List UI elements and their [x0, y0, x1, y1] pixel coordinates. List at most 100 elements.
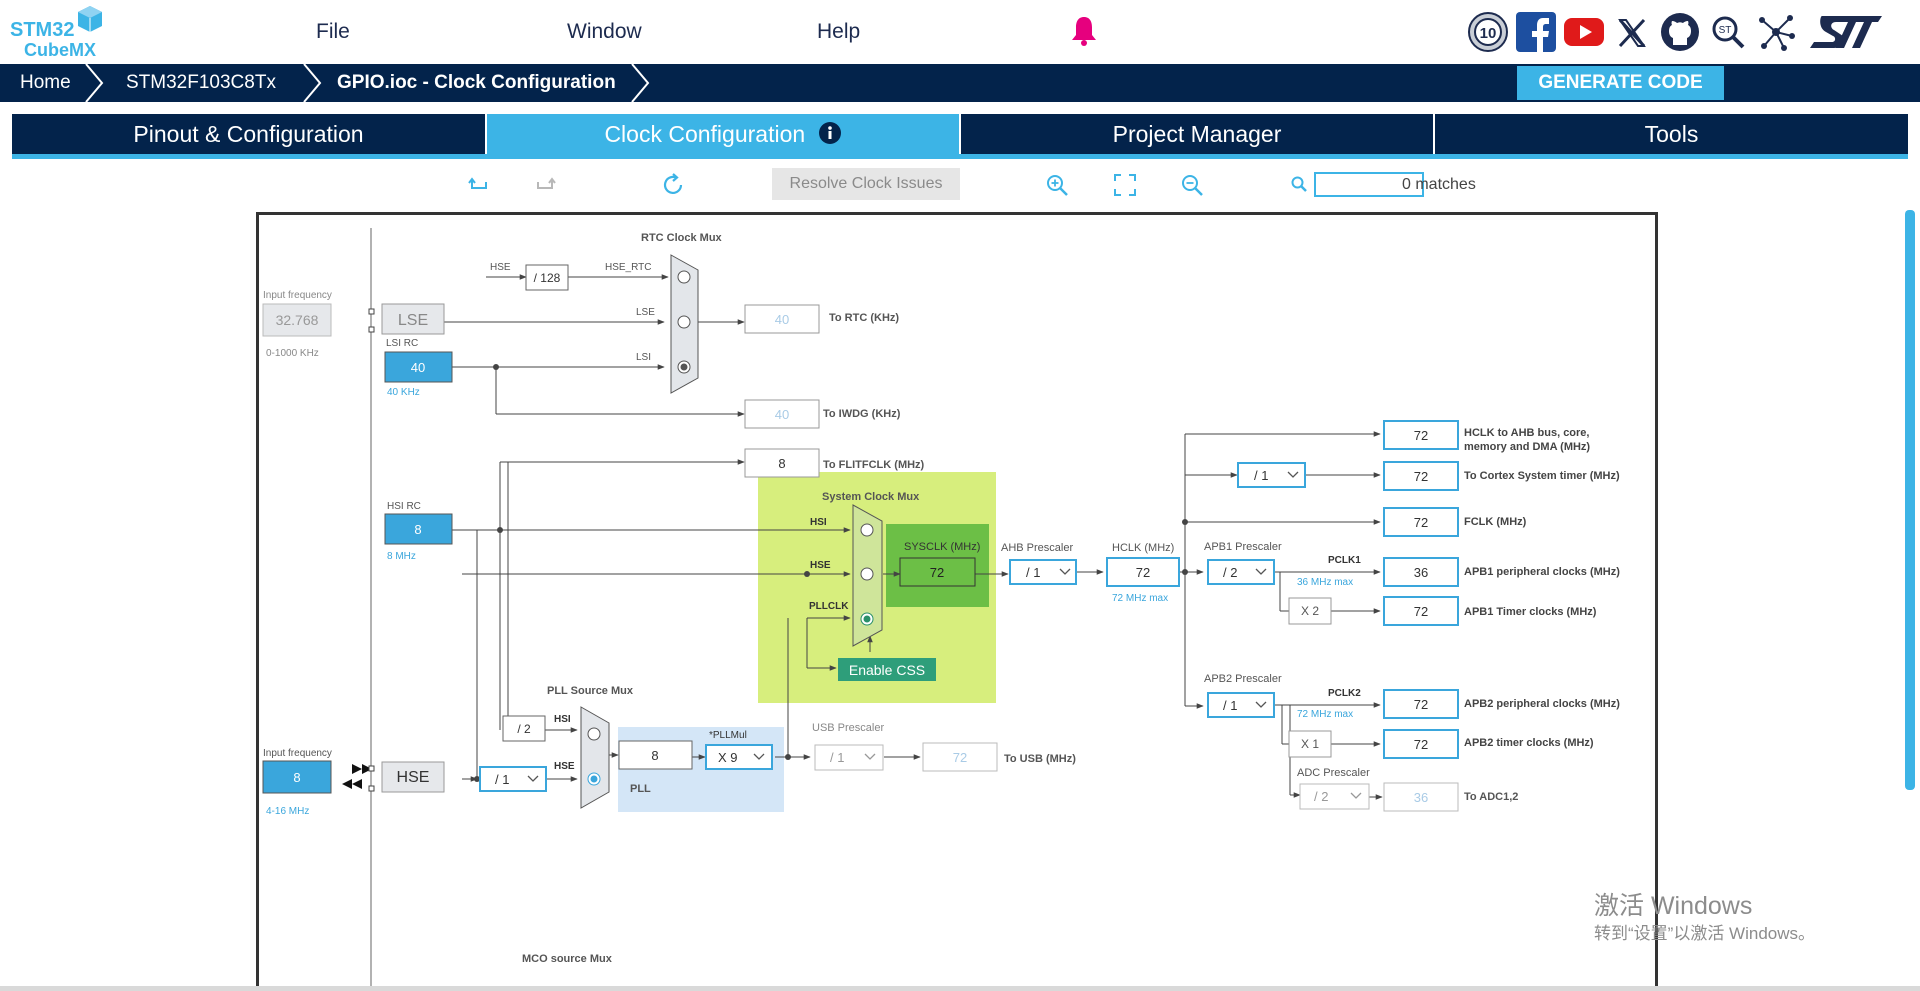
pclk1-label: PCLK1	[1328, 555, 1361, 566]
hsi-div2-value: / 2	[517, 722, 531, 736]
apb1-timer-multiplier-value: X 2	[1301, 604, 1319, 618]
usb-prescaler-select[interactable]	[814, 744, 884, 771]
pclk2-max: 72 MHz max	[1297, 709, 1353, 720]
lse-input-label: Input frequency	[263, 290, 332, 301]
hsi-rc-value: 8	[414, 522, 421, 537]
bottom-border	[0, 986, 1920, 991]
redo-icon[interactable]	[532, 172, 558, 198]
output-hclk-label-line2: memory and DMA (MHz)	[1464, 441, 1590, 453]
refresh-icon[interactable]	[661, 172, 687, 198]
system-clock-mux-title: System Clock Mux	[822, 491, 920, 503]
flitfclk-output-label: To FLITFCLK (MHz)	[823, 459, 925, 471]
hse-range: 4-16 MHz	[266, 806, 309, 817]
adc-prescaler-value: / 2	[1314, 789, 1328, 804]
chevron-right-icon	[303, 64, 322, 102]
st-logo-icon[interactable]	[1808, 12, 1882, 52]
iwdg-output-value: 40	[775, 407, 789, 422]
hclk-label: HCLK (MHz)	[1112, 542, 1174, 554]
x-icon[interactable]	[1612, 12, 1652, 52]
sysmux-pllclk-signal: PLLCLK	[809, 601, 849, 612]
sysmux-radio-hsi[interactable]	[860, 523, 874, 537]
chevron-right-icon	[85, 64, 104, 102]
breadcrumb-current[interactable]: GPIO.ioc - Clock Configuration	[337, 64, 616, 102]
info-icon[interactable]	[818, 121, 842, 145]
pllmul-select[interactable]	[705, 744, 773, 770]
usb-output-value: 72	[953, 750, 967, 765]
rtc-mux-radio-lse[interactable]	[677, 315, 691, 329]
tab-label: Clock Configuration	[604, 121, 806, 147]
undo-icon[interactable]	[466, 172, 492, 198]
rtc-mux-radio-hse[interactable]	[677, 270, 691, 284]
ahb-prescaler-label: AHB Prescaler	[1001, 542, 1073, 554]
menu-file[interactable]: File	[316, 20, 350, 44]
lsi-rc-value: 40	[411, 360, 425, 375]
rtc-hse-signal: HSE	[490, 262, 511, 273]
hse-prediv-value: / 1	[495, 772, 509, 787]
sysclk-label: SYSCLK (MHz)	[904, 541, 980, 553]
output-hclk-value: 72	[1414, 428, 1428, 443]
menu-help[interactable]: Help	[817, 20, 860, 44]
breadcrumb-home[interactable]: Home	[20, 64, 71, 102]
resolve-clock-issues-button[interactable]: Resolve Clock Issues	[772, 168, 960, 200]
vertical-scrollbar[interactable]	[1905, 210, 1915, 790]
output-fclk-label: FCLK (MHz)	[1464, 516, 1527, 528]
apb1-prescaler-select[interactable]	[1207, 559, 1275, 585]
logo-text-bottom: CubeMX	[24, 40, 96, 60]
pll-input-value: 8	[651, 748, 658, 763]
flitfclk-output-value: 8	[778, 456, 785, 471]
enable-css-label: Enable CSS	[849, 662, 925, 678]
sysmux-radio-hse[interactable]	[860, 567, 874, 581]
adc-prescaler-select[interactable]	[1299, 783, 1370, 810]
tab-tools[interactable]: Tools	[1435, 114, 1908, 154]
tab-clock-configuration[interactable]: Clock Configuration	[487, 114, 959, 154]
apb2-prescaler-label: APB2 Prescaler	[1204, 673, 1282, 685]
breadcrumb-mcu[interactable]: STM32F103C8Tx	[126, 64, 276, 102]
ahb-prescaler-value: / 1	[1026, 565, 1040, 580]
logo-text-top: STM32	[10, 19, 74, 41]
bell-icon[interactable]	[1070, 14, 1098, 48]
zoom-out-icon[interactable]	[1179, 172, 1205, 198]
output-apb2-peripheral-label: APB2 peripheral clocks (MHz)	[1464, 698, 1620, 710]
hse-input-label: Input frequency	[263, 748, 332, 759]
pclk2-label: PCLK2	[1328, 688, 1361, 699]
lsi-signal: LSI	[636, 352, 651, 363]
apb2-prescaler-value: / 1	[1223, 698, 1237, 713]
tab-project-manager[interactable]: Project Manager	[961, 114, 1433, 154]
github-icon[interactable]	[1660, 12, 1700, 52]
stm32cubemx-logo: STM32 CubeMX	[10, 6, 105, 60]
pll-source-radio-hsi[interactable]	[587, 727, 601, 741]
pll-source-mux-title: PLL Source Mux	[547, 685, 634, 697]
windows-activation-hint: 转到“设置”以激活 Windows。	[1594, 924, 1816, 943]
youtube-icon[interactable]	[1564, 12, 1604, 52]
svg-text:10: 10	[1480, 25, 1497, 42]
hclk-value: 72	[1136, 565, 1150, 580]
output-hclk-label: HCLK to AHB bus, core,	[1464, 427, 1590, 439]
generate-code-button[interactable]: GENERATE CODE	[1517, 66, 1724, 100]
search-icon	[1291, 176, 1307, 192]
menu-window[interactable]: Window	[567, 20, 642, 44]
hse-prediv-select[interactable]	[479, 766, 547, 792]
zoom-in-icon[interactable]	[1044, 172, 1070, 198]
tab-pinout-configuration[interactable]: Pinout & Configuration	[12, 114, 485, 154]
facebook-icon[interactable]	[1516, 12, 1556, 52]
cortex-timer-divider-value: / 1	[1254, 468, 1268, 483]
output-apb1-timer-label: APB1 Timer clocks (MHz)	[1464, 606, 1597, 618]
pll-source-hsi-signal: HSI	[554, 714, 571, 725]
pclk1-max: 36 MHz max	[1297, 577, 1353, 588]
anniversary-10-icon[interactable]: 10	[1468, 12, 1508, 52]
search-community-icon[interactable]: ST	[1708, 12, 1748, 52]
usb-output-label: To USB (MHz)	[1004, 753, 1076, 765]
apb2-prescaler-select[interactable]	[1207, 692, 1275, 718]
rtc-mux-title: RTC Clock Mux	[641, 232, 723, 244]
output-apb1-peripheral-label: APB1 peripheral clocks (MHz)	[1464, 566, 1620, 578]
fit-screen-icon[interactable]	[1112, 172, 1138, 198]
tab-underline	[12, 154, 1908, 159]
network-icon[interactable]	[1756, 12, 1796, 52]
apb2-timer-multiplier-value: X 1	[1301, 737, 1319, 751]
rtc-output-value: 40	[775, 312, 789, 327]
top-bar: STM32 CubeMX File Window Help 10 ST	[0, 0, 1920, 64]
windows-activation-title: 激活 Windows	[1594, 892, 1753, 920]
adc-prescaler-label: ADC Prescaler	[1297, 767, 1370, 779]
hse-box-label: HSE	[397, 769, 430, 786]
clock-tree-diagram: RTC Clock Mux HSE / 128 HSE_RTC LSE LSI …	[262, 228, 1620, 986]
